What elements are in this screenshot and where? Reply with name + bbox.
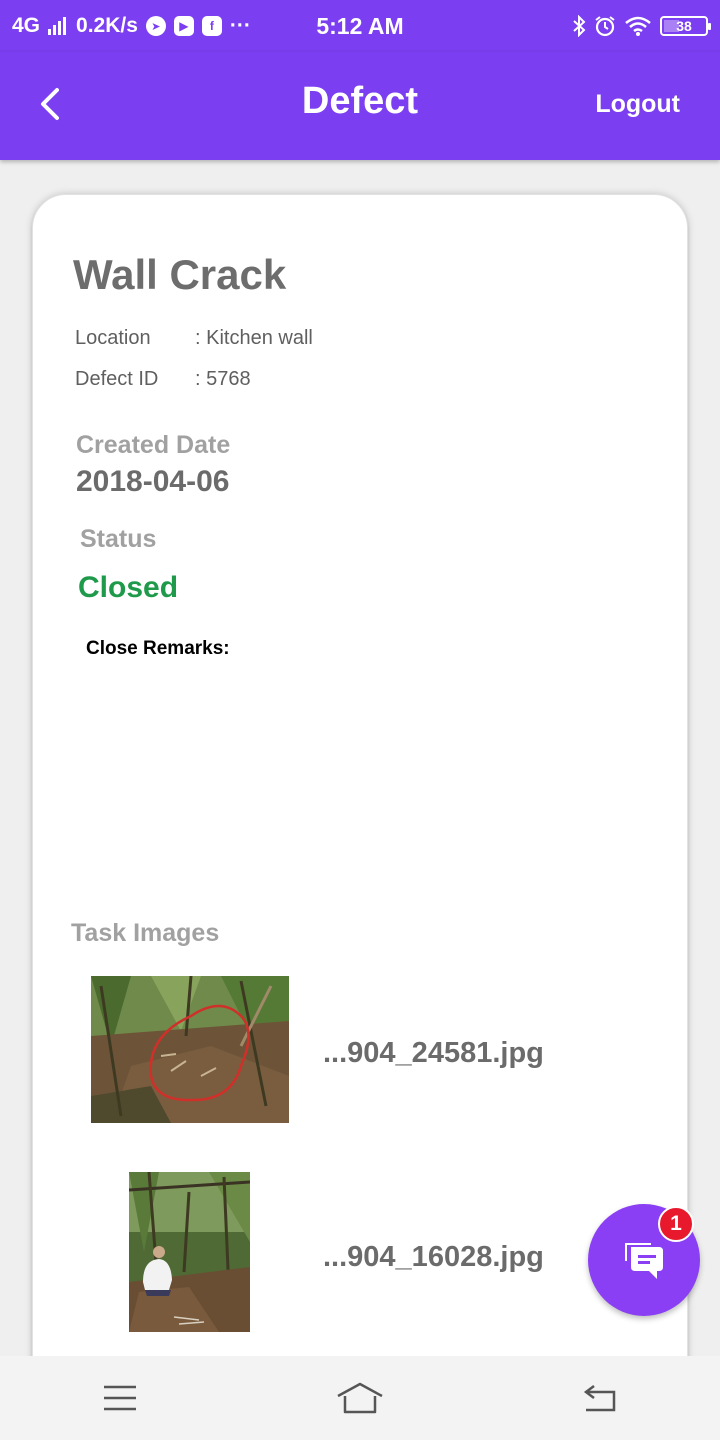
defect-card: Wall Crack Location : Kitchen wall Defec…: [32, 194, 688, 1394]
status-right: 38: [572, 15, 711, 37]
battery-level: 38: [676, 18, 692, 34]
facebook-icon: f: [201, 16, 222, 36]
created-date-value: 2018-04-06: [76, 465, 230, 498]
defect-id-label: Defect ID: [75, 368, 159, 390]
chat-notification-badge: 1: [658, 1206, 694, 1242]
wifi-icon: [624, 16, 652, 36]
defect-id-value: : 5768: [195, 368, 251, 390]
status-left: 4G 0.2K/s ➤ ▶ f ···: [12, 14, 251, 38]
defect-title: Wall Crack: [73, 251, 287, 298]
battery-icon: 38: [660, 16, 711, 36]
task-images-label: Task Images: [71, 919, 220, 947]
menu-icon: [104, 1385, 136, 1411]
forest-ground-photo: [91, 976, 289, 1123]
status-label: Status: [80, 525, 157, 553]
more-notifications: ···: [229, 14, 251, 37]
system-nav-bar: [0, 1356, 720, 1440]
task-image-thumbnail[interactable]: [129, 1172, 250, 1332]
created-date-label: Created Date: [76, 431, 231, 459]
logout-button[interactable]: Logout: [595, 90, 680, 119]
task-image-file-name[interactable]: ...904_16028.jpg: [323, 1241, 544, 1274]
status-bar: 4G 0.2K/s ➤ ▶ f ··· 5:12 AM 38: [0, 0, 720, 52]
telegram-icon: ➤: [145, 16, 166, 36]
location-value: : Kitchen wall: [195, 327, 313, 349]
home-button[interactable]: [320, 1368, 400, 1428]
status-value: Closed: [78, 571, 179, 604]
menu-button[interactable]: [80, 1368, 160, 1428]
chat-icon: [625, 1243, 663, 1279]
back-icon: [583, 1385, 616, 1412]
alarm-icon: [594, 15, 616, 37]
task-image-thumbnail[interactable]: [91, 976, 289, 1123]
home-icon: [337, 1382, 383, 1414]
back-nav-button[interactable]: [560, 1368, 640, 1428]
youtube-icon: ▶: [173, 16, 194, 36]
network-type: 4G: [12, 14, 41, 37]
app-bar: Defect Logout: [0, 52, 720, 160]
signal-icon: [48, 17, 68, 35]
forest-person-photo: [129, 1172, 250, 1332]
location-label: Location: [75, 327, 151, 349]
task-image-file-name[interactable]: ...904_24581.jpg: [323, 1037, 544, 1070]
network-speed: 0.2K/s: [76, 14, 138, 37]
close-remarks-label: Close Remarks:: [86, 638, 230, 659]
location-row: Location : Kitchen wall: [75, 327, 313, 350]
defect-id-row: Defect ID : 5768: [75, 368, 251, 391]
bluetooth-icon: [572, 15, 586, 37]
